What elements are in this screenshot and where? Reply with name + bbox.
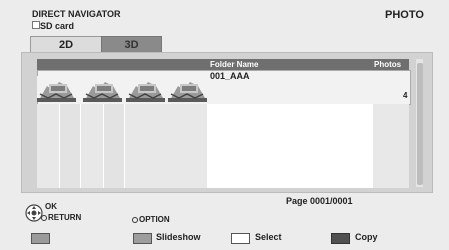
page-indicator: Page 0001/0001 — [286, 196, 353, 206]
tab-2d[interactable]: 2D — [30, 36, 102, 53]
copy-label: Copy — [355, 232, 378, 242]
photo-thumbnail — [168, 76, 207, 102]
option-text: OPTION — [139, 215, 170, 224]
screen-title: DIRECT NAVIGATOR — [32, 9, 121, 19]
sd-card-icon — [32, 21, 40, 29]
direct-navigator-screen: { "header": { "title": "DIRECT NAVIGATOR… — [0, 0, 449, 250]
red-key-icon[interactable] — [31, 233, 50, 244]
photo-thumbnail — [126, 76, 165, 102]
column-header-folder-name: Folder Name — [210, 60, 259, 69]
ok-label: OK — [45, 202, 57, 211]
photo-thumbnail — [37, 76, 76, 102]
folder-name: 001_AAA — [210, 71, 250, 81]
photo-count: 4 — [403, 91, 408, 100]
return-circle-icon — [41, 215, 47, 221]
blue-key-icon[interactable] — [331, 233, 350, 244]
yellow-key-icon[interactable] — [231, 233, 250, 244]
tab-3d[interactable]: 3D — [101, 36, 162, 53]
photo-thumbnail — [83, 76, 122, 102]
mode-label: PHOTO — [385, 9, 424, 21]
return-text: RETURN — [48, 213, 82, 222]
column-header-photos: Photos — [374, 60, 402, 69]
select-label: Select — [255, 232, 282, 242]
scrollbar-thumb[interactable] — [417, 63, 423, 185]
slideshow-label: Slideshow — [156, 232, 201, 242]
option-label: OPTION — [132, 215, 170, 224]
option-circle-icon — [132, 217, 138, 223]
empty-list-area — [37, 104, 409, 188]
return-label: RETURN — [41, 213, 81, 222]
source-label: SD card — [40, 21, 75, 31]
green-key-icon[interactable] — [133, 233, 152, 244]
